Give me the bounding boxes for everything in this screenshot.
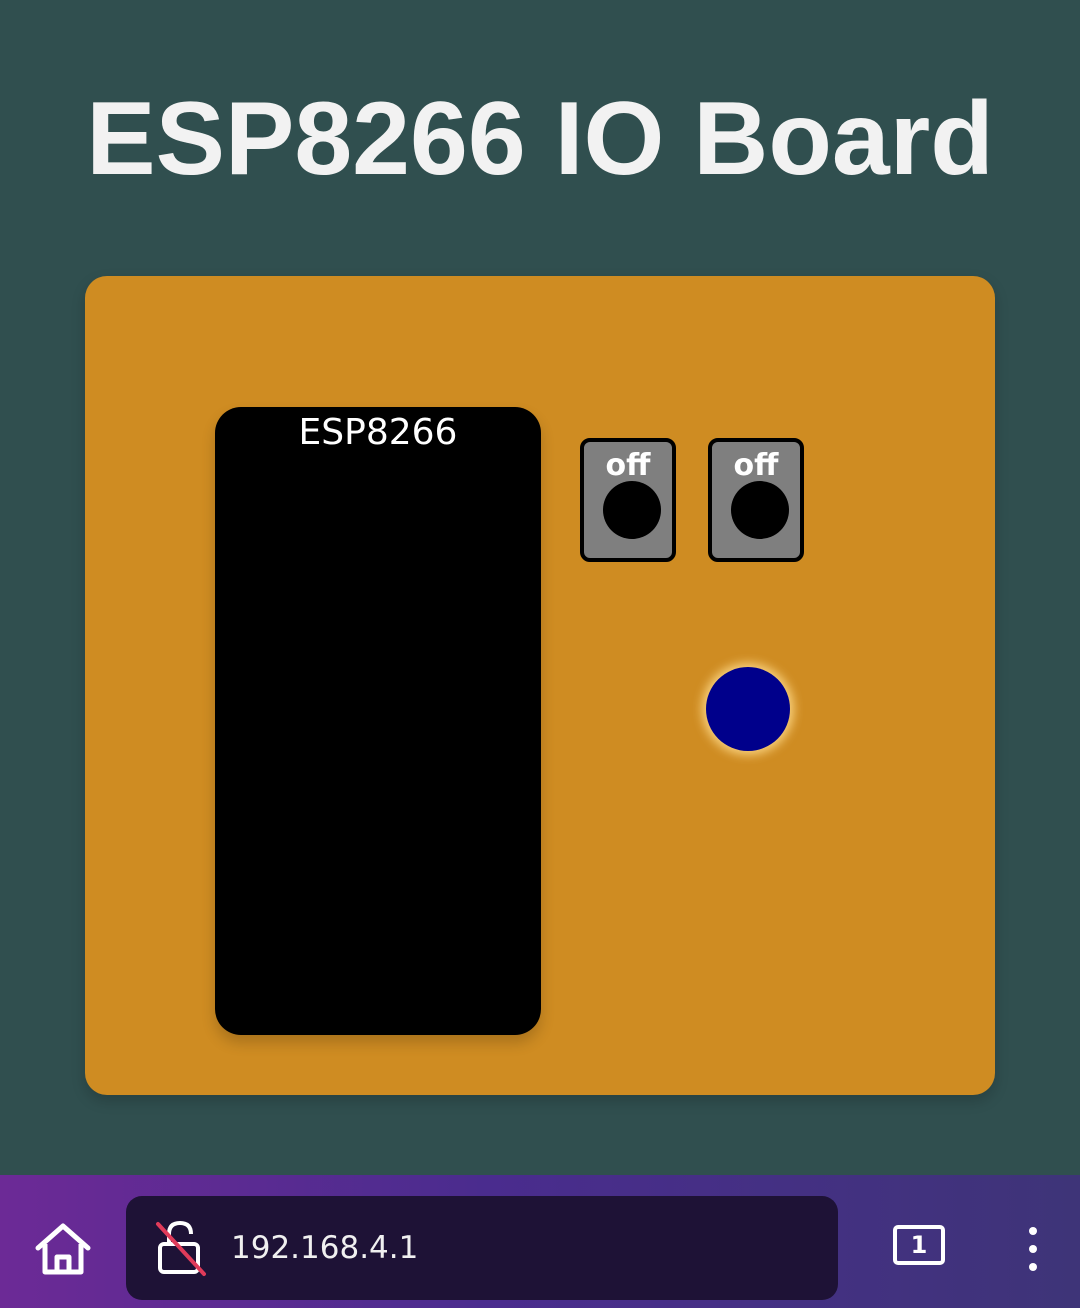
switch-1-state-label: off [605,448,651,483]
more-vert-icon-dot [1029,1245,1037,1253]
chip-label: ESP8266 [298,412,458,453]
status-led [706,667,790,751]
switch-2[interactable]: off [708,438,804,562]
tab-switcher-button[interactable]: 1 [893,1225,949,1271]
switch-2-state-label: off [733,448,779,483]
more-vert-icon-dot [1029,1227,1037,1235]
io-board: ESP8266 off off [85,276,995,1095]
tab-count: 1 [893,1225,945,1265]
more-menu-button[interactable] [1016,1225,1050,1273]
switch-2-knob [731,481,789,539]
page: ESP8266 IO Board ESP8266 off off 192.168… [0,0,1080,1308]
home-icon [35,1223,91,1275]
url-text: 192.168.4.1 [231,1230,419,1266]
browser-toolbar: 192.168.4.1 1 [0,1175,1080,1308]
page-title: ESP8266 IO Board [86,81,994,197]
more-vert-icon-dot [1029,1263,1037,1271]
switch-1[interactable]: off [580,438,676,562]
home-button[interactable] [30,1220,96,1278]
not-secure-lock-icon[interactable] [154,1220,212,1278]
esp8266-chip: ESP8266 [215,407,541,1035]
address-bar[interactable]: 192.168.4.1 [126,1196,838,1300]
switch-1-knob [603,481,661,539]
